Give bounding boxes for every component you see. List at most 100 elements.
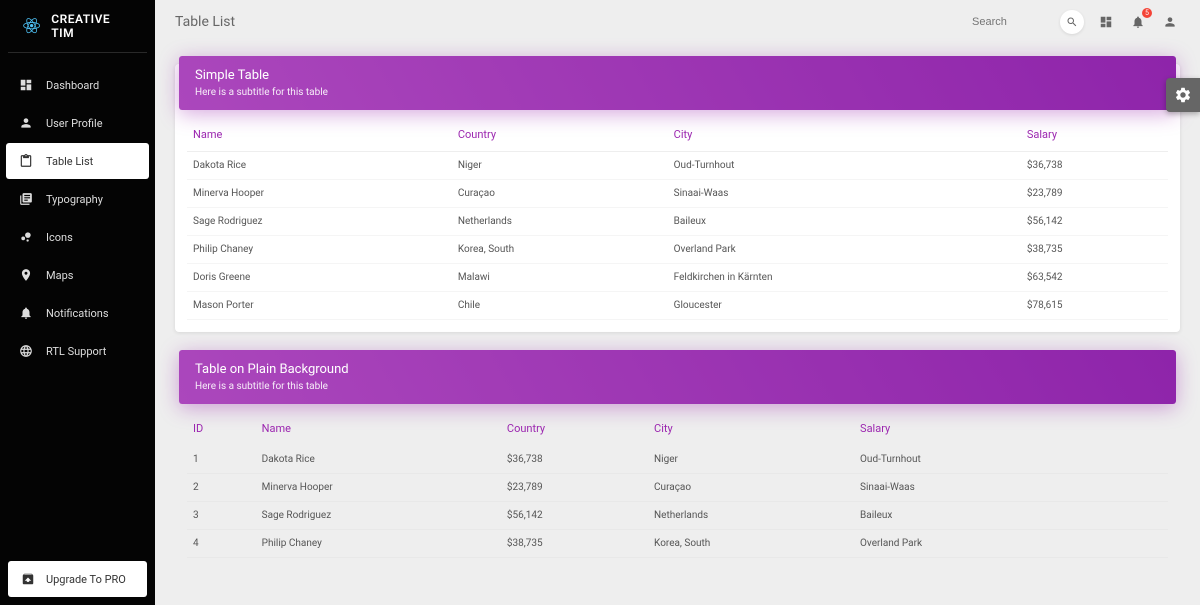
col-country: Country	[452, 118, 668, 152]
sidebar-item-label: Typography	[46, 193, 103, 206]
table-row: Doris GreeneMalawiFeldkirchen in Kärnten…	[187, 264, 1168, 292]
col-salary: Salary	[1021, 118, 1168, 152]
sidebar-item-typography[interactable]: Typography	[6, 181, 149, 217]
table-cell: Netherlands	[648, 502, 854, 530]
search-input[interactable]	[972, 16, 1052, 28]
table-cell: Baileux	[668, 208, 1021, 236]
card-header: Table on Plain Background Here is a subt…	[179, 350, 1176, 404]
upgrade-label: Upgrade To PRO	[46, 573, 126, 586]
person-icon	[1163, 15, 1177, 29]
notification-badge: 5	[1142, 8, 1152, 18]
card-header: Simple Table Here is a subtitle for this…	[179, 56, 1176, 110]
sidebar-item-rtl[interactable]: RTL Support	[6, 333, 149, 369]
table-row: Philip ChaneyKorea, SouthOverland Park$3…	[187, 236, 1168, 264]
card-subtitle: Here is a subtitle for this table	[195, 87, 1160, 98]
sidebar-item-label: Dashboard	[46, 79, 99, 92]
simple-table-card: Simple Table Here is a subtitle for this…	[175, 64, 1180, 332]
table-cell: Sinaai-Waas	[854, 474, 1168, 502]
sidebar-item-label: User Profile	[46, 117, 103, 130]
table-cell: Overland Park	[668, 236, 1021, 264]
table-row: 2Minerva Hooper$23,789CuraçaoSinaai-Waas	[187, 474, 1168, 502]
table-cell: 1	[187, 446, 256, 474]
table-cell: Chile	[452, 292, 668, 320]
brand[interactable]: CREATIVE TIM	[8, 0, 147, 53]
sidebar-item-icons[interactable]: Icons	[6, 219, 149, 255]
notifications-action[interactable]: 5	[1128, 12, 1148, 32]
account-action[interactable]	[1160, 12, 1180, 32]
table-cell: $63,542	[1021, 264, 1168, 292]
unarchive-icon	[20, 571, 36, 587]
table-cell: Gloucester	[668, 292, 1021, 320]
plain-table: ID Name Country City Salary 1Dakota Rice…	[187, 412, 1168, 558]
table-cell: Doris Greene	[187, 264, 452, 292]
table-cell: $78,615	[1021, 292, 1168, 320]
card-subtitle: Here is a subtitle for this table	[195, 381, 1160, 392]
dashboard-icon	[18, 77, 34, 93]
location-icon	[18, 267, 34, 283]
table-cell: Minerva Hooper	[187, 180, 452, 208]
col-city: City	[668, 118, 1021, 152]
sidebar-item-label: RTL Support	[46, 345, 106, 358]
search-icon	[1066, 16, 1078, 28]
plain-table-card: Table on Plain Background Here is a subt…	[175, 358, 1180, 570]
sidebar-item-table-list[interactable]: Table List	[6, 143, 149, 179]
col-name: Name	[256, 412, 501, 446]
table-cell: Overland Park	[854, 530, 1168, 558]
bubble-chart-icon	[18, 229, 34, 245]
search-button[interactable]	[1060, 10, 1084, 34]
sidebar-item-maps[interactable]: Maps	[6, 257, 149, 293]
table-cell: Dakota Rice	[256, 446, 501, 474]
table-cell: Philip Chaney	[187, 236, 452, 264]
table-cell: $56,142	[1021, 208, 1168, 236]
table-cell: Niger	[452, 152, 668, 180]
table-cell: Netherlands	[452, 208, 668, 236]
language-icon	[18, 343, 34, 359]
settings-fab[interactable]	[1166, 78, 1200, 112]
nav: Dashboard User Profile Table List Typogr…	[0, 53, 155, 553]
table-cell: Feldkirchen in Kärnten	[668, 264, 1021, 292]
col-name: Name	[187, 118, 452, 152]
library-books-icon	[18, 191, 34, 207]
table-cell: Curaçao	[648, 474, 854, 502]
table-cell: Baileux	[854, 502, 1168, 530]
dashboard-action[interactable]	[1096, 12, 1116, 32]
grid-icon	[1099, 15, 1113, 29]
simple-table: Name Country City Salary Dakota RiceNige…	[187, 118, 1168, 320]
table-cell: Oud-Turnhout	[854, 446, 1168, 474]
sidebar-item-notifications[interactable]: Notifications	[6, 295, 149, 331]
sidebar-item-label: Table List	[46, 155, 93, 168]
topbar: Table List 5	[155, 0, 1200, 44]
table-cell: Oud-Turnhout	[668, 152, 1021, 180]
card-title: Table on Plain Background	[195, 362, 1160, 377]
table-cell: $38,735	[1021, 236, 1168, 264]
table-row: 1Dakota Rice$36,738NigerOud-Turnhout	[187, 446, 1168, 474]
sidebar-item-label: Notifications	[46, 307, 109, 320]
page-title: Table List	[175, 14, 972, 30]
card-title: Simple Table	[195, 68, 1160, 83]
table-cell: $23,789	[1021, 180, 1168, 208]
table-cell: 4	[187, 530, 256, 558]
card-body: ID Name Country City Salary 1Dakota Rice…	[175, 412, 1180, 570]
table-cell: Niger	[648, 446, 854, 474]
sidebar-item-dashboard[interactable]: Dashboard	[6, 67, 149, 103]
table-cell: Sinaai-Waas	[668, 180, 1021, 208]
sidebar-item-label: Maps	[46, 269, 73, 282]
card-body: Name Country City Salary Dakota RiceNige…	[175, 118, 1180, 332]
sidebar-item-user-profile[interactable]: User Profile	[6, 105, 149, 141]
upgrade-button[interactable]: Upgrade To PRO	[8, 561, 147, 597]
content: Simple Table Here is a subtitle for this…	[155, 44, 1200, 605]
col-salary: Salary	[854, 412, 1168, 446]
col-id: ID	[187, 412, 256, 446]
table-row: Mason PorterChileGloucester$78,615	[187, 292, 1168, 320]
table-cell: Sage Rodriguez	[187, 208, 452, 236]
sidebar-item-label: Icons	[46, 231, 73, 244]
gear-icon	[1174, 86, 1192, 104]
table-cell: Korea, South	[648, 530, 854, 558]
table-cell: $36,738	[501, 446, 648, 474]
table-cell: $36,738	[1021, 152, 1168, 180]
table-cell: Malawi	[452, 264, 668, 292]
table-cell: Curaçao	[452, 180, 668, 208]
logo-icon	[22, 16, 41, 36]
sidebar: CREATIVE TIM Dashboard User Profile Tabl…	[0, 0, 155, 605]
table-row: Minerva HooperCuraçaoSinaai-Waas$23,789	[187, 180, 1168, 208]
